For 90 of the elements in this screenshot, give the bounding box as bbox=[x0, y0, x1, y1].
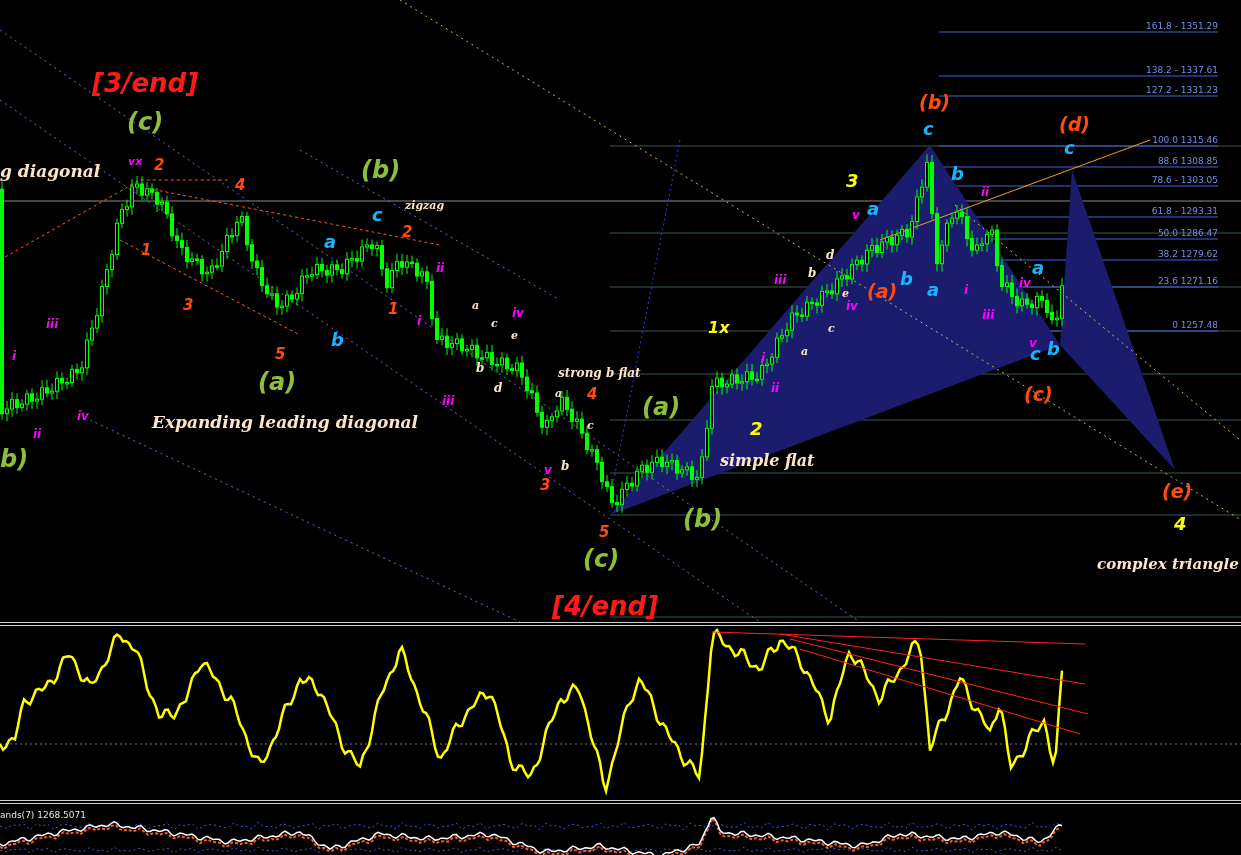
wave-label: ii bbox=[981, 186, 990, 198]
wave-label: 2 bbox=[750, 420, 763, 438]
wave-label: v bbox=[852, 209, 860, 221]
wave-label: v bbox=[1029, 337, 1037, 349]
fibonacci-level-label: 88.6 1308.85 bbox=[1157, 157, 1218, 166]
wave-label: iii bbox=[774, 274, 787, 286]
chart-annotation: zigzag bbox=[405, 200, 445, 211]
wave-label: c bbox=[923, 120, 934, 138]
wave-label: i bbox=[12, 350, 17, 362]
wave-label: a bbox=[324, 233, 337, 251]
wave-label: (c) bbox=[127, 110, 164, 134]
wave-label: 5 bbox=[275, 347, 286, 362]
wave-label: i bbox=[964, 284, 969, 296]
wave-label: 1x bbox=[708, 320, 730, 336]
wave-label: i bbox=[761, 352, 766, 364]
wave-label: a bbox=[1032, 259, 1045, 277]
chart-annotation: d bbox=[494, 382, 503, 394]
wave-label: (b) bbox=[919, 93, 950, 112]
chart-annotation: c bbox=[587, 420, 594, 431]
fibonacci-level-label: 138.2 - 1337.61 bbox=[1146, 66, 1218, 75]
wave-label: 4 bbox=[1174, 515, 1187, 533]
wave-label: 4 bbox=[587, 387, 598, 402]
wave-label: b bbox=[1047, 340, 1060, 358]
chart-annotation: e bbox=[511, 330, 518, 341]
chart-annotation: b bbox=[476, 362, 485, 374]
wave-label: ii bbox=[771, 382, 780, 394]
wave-label: iii bbox=[442, 395, 455, 407]
wave-label: [3/end] bbox=[92, 70, 199, 96]
chart-annotation: b bbox=[561, 460, 570, 472]
chart-annotation: c bbox=[491, 318, 498, 329]
wave-label: 3 bbox=[183, 298, 194, 313]
chart-annotation: d bbox=[826, 249, 835, 261]
wave-label: b) bbox=[0, 447, 29, 471]
chart-annotation: a bbox=[801, 346, 809, 357]
wave-label: (a) bbox=[867, 282, 898, 301]
chart-annotation: e bbox=[842, 288, 849, 299]
wave-label: iii bbox=[982, 309, 995, 321]
chart-annotation: b bbox=[808, 267, 817, 279]
wave-label: (c) bbox=[583, 547, 620, 571]
wave-label: iv bbox=[77, 410, 89, 422]
wave-label: c bbox=[372, 206, 383, 224]
fibonacci-level-label: 161.8 - 1351.29 bbox=[1146, 22, 1218, 31]
fibonacci-level-label: 100.0 1315.46 bbox=[1152, 136, 1218, 145]
fibonacci-level-label: 127.2 - 1331.23 bbox=[1146, 86, 1218, 95]
chart-annotation: g diagonal bbox=[0, 163, 101, 180]
wave-label: b bbox=[331, 331, 344, 349]
chart-annotation: Expanding leading diagonal bbox=[152, 414, 419, 431]
wave-label: (c) bbox=[1024, 385, 1053, 404]
wave-label: b bbox=[900, 270, 913, 288]
wave-label: 3 bbox=[540, 478, 551, 493]
wave-label: ii bbox=[33, 428, 42, 440]
chart-annotation: a bbox=[472, 300, 480, 311]
wave-label: iv bbox=[1019, 277, 1031, 289]
chart-annotation: a bbox=[555, 388, 563, 399]
wave-label: iv bbox=[512, 307, 524, 319]
wave-label: ii bbox=[436, 262, 445, 274]
wave-label: 1 bbox=[388, 302, 399, 317]
fibonacci-level-label: 0 1257.48 bbox=[1172, 321, 1218, 330]
fibonacci-level-label: 50.0 1286.47 bbox=[1157, 229, 1218, 238]
wave-label: vx bbox=[128, 156, 143, 167]
wave-label: c bbox=[1064, 139, 1075, 157]
chart-annotation: strong b flat bbox=[558, 367, 641, 379]
wave-label: (a) bbox=[642, 395, 681, 419]
fibonacci-level-label: 78.6 - 1303.05 bbox=[1151, 176, 1218, 185]
indicator-label: ands(7) 1268.5071 bbox=[0, 810, 86, 820]
wave-label: iv bbox=[846, 300, 858, 312]
wave-label: a bbox=[927, 281, 940, 299]
wave-label: iii bbox=[46, 318, 59, 330]
wave-label: 2 bbox=[154, 158, 165, 173]
wave-label: 4 bbox=[235, 178, 246, 193]
wave-label: 5 bbox=[599, 525, 610, 540]
fibonacci-level-label: 61.8 - 1293.31 bbox=[1151, 207, 1218, 216]
wave-label: 3 bbox=[846, 172, 859, 190]
wave-label: 1 bbox=[141, 243, 152, 258]
fibonacci-level-label: 23.6 1271.16 bbox=[1157, 277, 1218, 286]
wave-label: i bbox=[417, 315, 422, 327]
wave-label: b bbox=[951, 165, 964, 183]
chart-annotation: complex triangle bbox=[1097, 557, 1239, 572]
wave-label: (b) bbox=[683, 507, 723, 531]
chart-annotation: simple flat bbox=[720, 453, 815, 469]
wave-label: (a) bbox=[258, 370, 297, 394]
wave-label: [4/end] bbox=[552, 593, 659, 619]
wave-label: (e) bbox=[1162, 482, 1193, 501]
wave-label: v bbox=[544, 464, 552, 476]
fibonacci-level-label: 38.2 1279.62 bbox=[1157, 250, 1218, 259]
wave-label: a bbox=[867, 200, 880, 218]
wave-label: (d) bbox=[1059, 115, 1090, 134]
wave-label: (b) bbox=[361, 158, 401, 182]
chart-annotation: c bbox=[828, 323, 835, 334]
wave-label: 2 bbox=[402, 225, 413, 240]
